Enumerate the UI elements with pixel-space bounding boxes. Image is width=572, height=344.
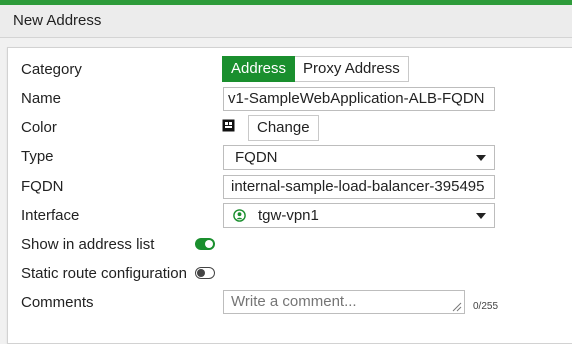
chevron-down-icon <box>476 155 486 161</box>
toggle-knob <box>205 240 213 248</box>
category-address-button[interactable]: Address <box>222 56 296 82</box>
fqdn-input-value: internal-sample-load-balancer-395495 <box>231 178 485 195</box>
dialog-header: New Address <box>0 5 572 38</box>
comment-char-counter: 0/255 <box>473 301 499 312</box>
name-input-value: v1-SampleWebApplication-ALB-FQDN <box>228 90 485 107</box>
type-select[interactable]: FQDN <box>223 145 495 170</box>
toggle-knob <box>197 268 205 277</box>
show-in-address-list-toggle[interactable] <box>195 238 215 250</box>
dialog-title: New Address <box>13 12 102 29</box>
color-label: Color <box>21 119 57 136</box>
category-label: Category <box>21 61 82 78</box>
comments-textarea[interactable] <box>223 290 465 314</box>
user-circle-icon <box>233 209 246 222</box>
fqdn-label: FQDN <box>21 178 64 195</box>
show-in-address-list-label: Show in address list <box>21 236 155 253</box>
category-proxy-address-button[interactable]: Proxy Address <box>295 56 409 82</box>
static-route-toggle[interactable] <box>195 267 215 279</box>
interface-select[interactable]: tgw-vpn1 <box>223 203 495 228</box>
category-toggle-group: Address Proxy Address <box>222 56 409 82</box>
static-route-label: Static route configuration <box>21 265 187 282</box>
comments-label: Comments <box>21 294 94 311</box>
name-input[interactable]: v1-SampleWebApplication-ALB-FQDN <box>223 87 495 111</box>
type-label: Type <box>21 148 54 165</box>
interface-label: Interface <box>21 207 80 224</box>
fqdn-input[interactable]: internal-sample-load-balancer-395495 <box>223 175 495 199</box>
color-change-button[interactable]: Change <box>248 115 319 141</box>
chevron-down-icon <box>476 213 486 219</box>
type-select-value: FQDN <box>235 149 278 166</box>
name-label: Name <box>21 90 62 107</box>
resize-grip-icon[interactable] <box>452 302 462 312</box>
color-swatch-icon[interactable] <box>222 119 235 132</box>
interface-select-value: tgw-vpn1 <box>258 207 319 224</box>
